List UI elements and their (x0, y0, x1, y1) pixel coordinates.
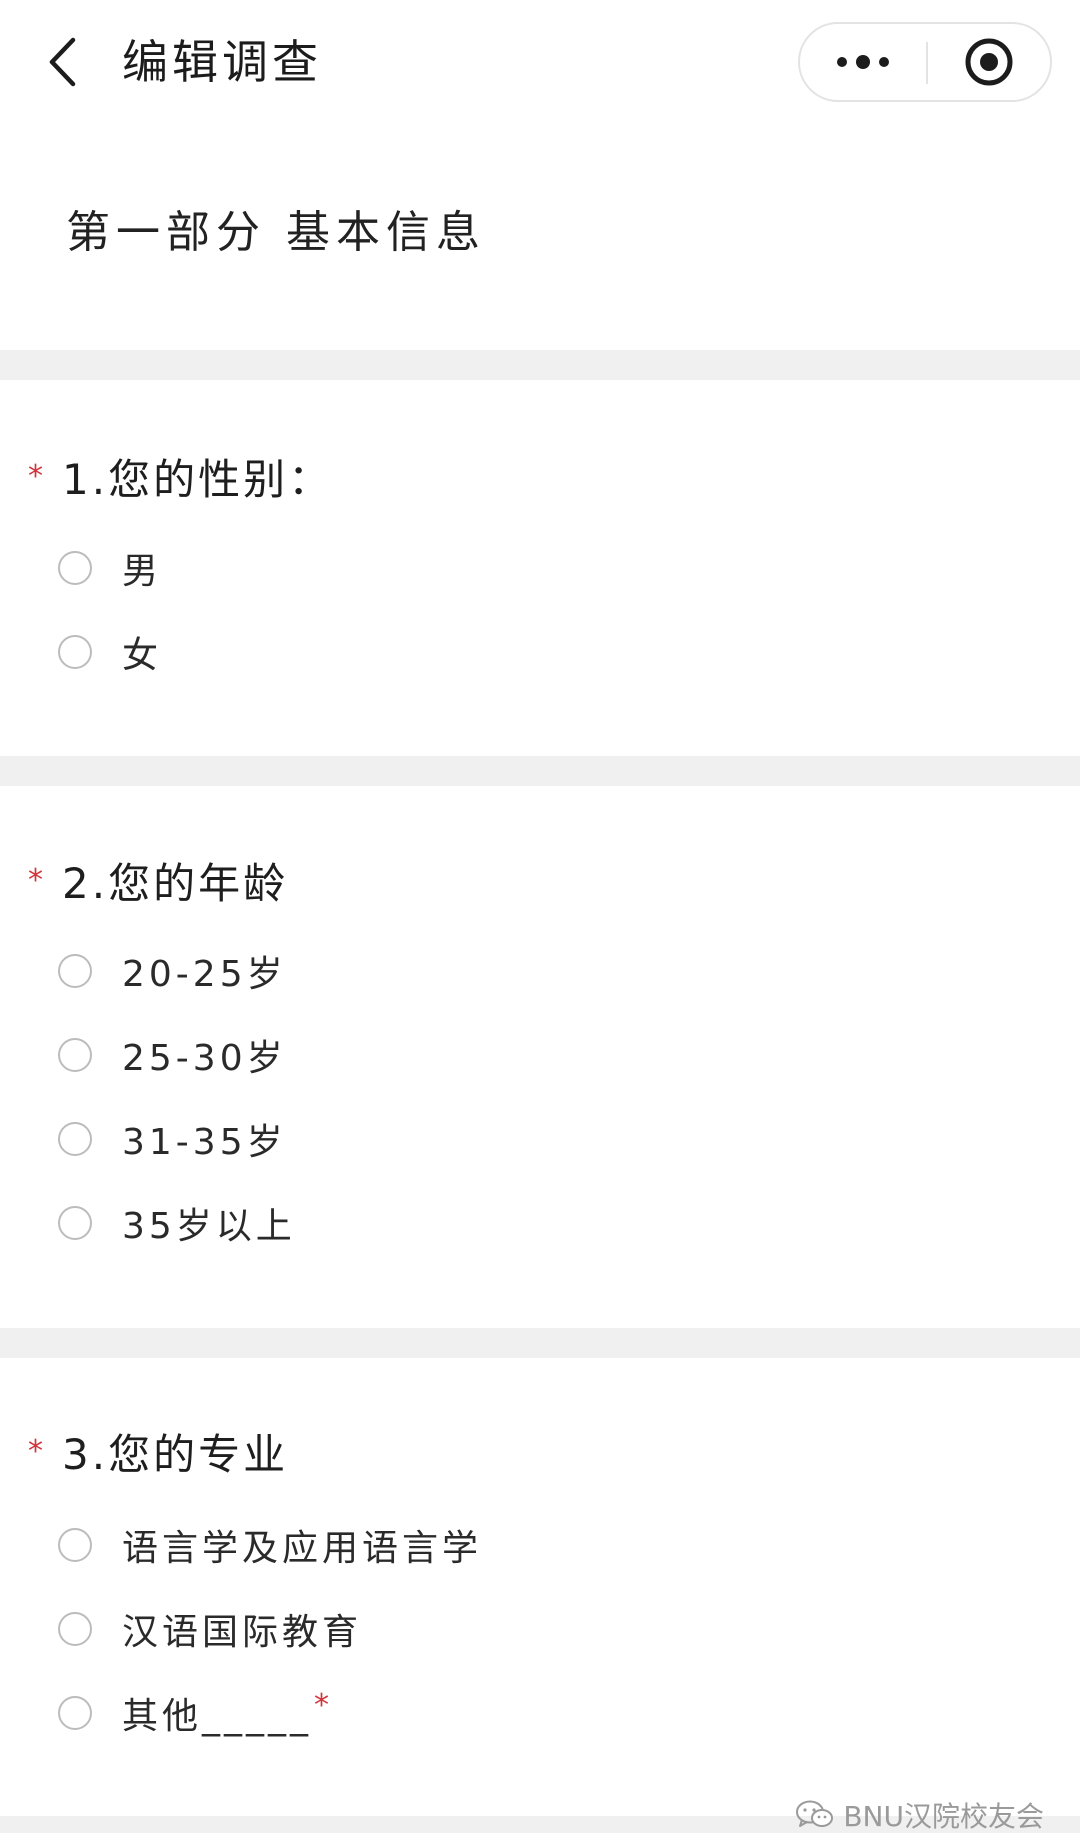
back-button[interactable] (40, 30, 84, 94)
option-label: 语言学及应用语言学 (122, 1528, 483, 1569)
chevron-left-icon (49, 37, 76, 87)
question-age: * 2.您的年龄 20-25岁 25-30岁 31-35岁 35岁以上 (0, 847, 1080, 1267)
question-major: * 3.您的专业 语言学及应用语言学 汉语国际教育 其他_____ * (0, 1418, 1080, 1758)
required-star: * (28, 862, 43, 898)
target-icon (965, 38, 1013, 86)
option-age-25-30[interactable]: 25-30岁 (58, 1025, 287, 1085)
watermark: BNU汉院校友会 (795, 1792, 1044, 1838)
question-text: 1.您的性别： (62, 454, 334, 504)
option-label: 25-30岁 (122, 1038, 287, 1079)
close-button[interactable] (928, 24, 1050, 100)
option-label: 女 (122, 635, 163, 676)
option-linguistics[interactable]: 语言学及应用语言学 (58, 1515, 482, 1575)
watermark-text: BNU汉院校友会 (843, 1800, 1044, 1833)
wechat-icon (796, 1800, 834, 1827)
option-age-35-plus[interactable]: 35岁以上 (58, 1193, 296, 1253)
section-divider (0, 1328, 1080, 1358)
more-dots-icon (837, 55, 889, 69)
more-button[interactable] (800, 24, 926, 100)
radio-button[interactable] (58, 1122, 92, 1156)
option-label: 31-35岁 (122, 1122, 287, 1163)
radio-button[interactable] (58, 954, 92, 988)
radio-button[interactable] (58, 1528, 92, 1562)
option-other[interactable]: 其他_____ * (58, 1683, 329, 1743)
option-label: 其他_____ (122, 1696, 313, 1737)
section-heading: 第一部分 基本信息 (66, 207, 486, 258)
radio-button[interactable] (58, 1612, 92, 1646)
option-age-31-35[interactable]: 31-35岁 (58, 1109, 287, 1169)
question-title: * 1.您的性别： (28, 443, 333, 509)
radio-button[interactable] (58, 551, 92, 585)
section-divider (0, 350, 1080, 380)
page-title: 编辑调查 (122, 35, 322, 89)
section-divider (0, 756, 1080, 786)
question-text: 3.您的专业 (62, 1429, 289, 1479)
question-text: 2.您的年龄 (62, 858, 289, 908)
option-age-20-25[interactable]: 20-25岁 (58, 941, 287, 1001)
radio-button[interactable] (58, 1696, 92, 1730)
required-star: * (28, 1433, 43, 1469)
question-title: * 3.您的专业 (28, 1418, 288, 1484)
radio-button[interactable] (58, 1038, 92, 1072)
question-title: * 2.您的年龄 (28, 847, 288, 913)
option-label: 汉语国际教育 (122, 1612, 363, 1653)
option-label: 20-25岁 (122, 954, 287, 995)
option-tcsol[interactable]: 汉语国际教育 (58, 1599, 362, 1659)
option-male[interactable]: 男 (58, 538, 162, 598)
option-female[interactable]: 女 (58, 622, 162, 682)
mini-program-capsule (798, 22, 1052, 102)
radio-button[interactable] (58, 1206, 92, 1240)
top-nav-bar: 编辑调查 (0, 0, 1080, 125)
option-label: 男 (122, 551, 163, 592)
required-star: * (314, 1687, 330, 1723)
question-gender: * 1.您的性别： 男 女 (0, 443, 1080, 703)
option-label: 35岁以上 (122, 1206, 296, 1247)
radio-button[interactable] (58, 635, 92, 669)
required-star: * (28, 458, 43, 494)
